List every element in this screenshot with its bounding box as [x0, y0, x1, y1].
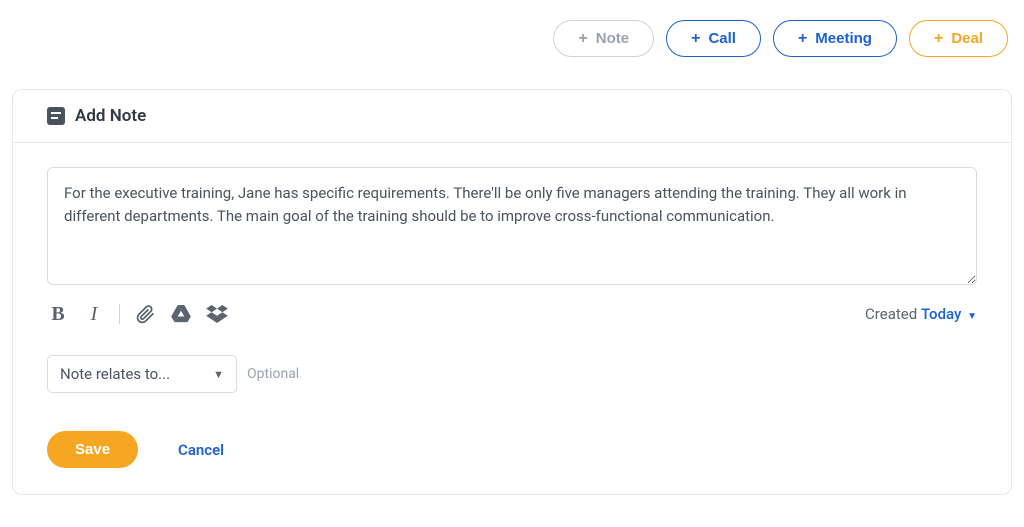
format-toolbar: B I: [47, 303, 228, 325]
italic-button[interactable]: I: [83, 303, 105, 325]
optional-label: Optional: [247, 366, 299, 382]
note-button-label: Note: [596, 30, 629, 47]
attachment-icon[interactable]: [134, 303, 156, 325]
panel-title: Add Note: [75, 106, 146, 126]
plus-icon: +: [798, 31, 807, 47]
note-relates-select[interactable]: Note relates to... ▼: [47, 355, 237, 393]
relates-select-label: Note relates to...: [60, 365, 170, 383]
created-label: Created: [865, 305, 917, 323]
google-drive-icon[interactable]: [170, 303, 192, 325]
created-date-value: Today: [921, 305, 961, 323]
chevron-down-icon: ▼: [967, 311, 977, 322]
created-date-link[interactable]: Today ▼: [921, 305, 977, 323]
chevron-down-icon: ▼: [213, 368, 224, 381]
deal-button-label: Deal: [951, 30, 983, 47]
toolbar-divider: [119, 304, 120, 324]
note-icon: [47, 107, 65, 125]
created-section: Created Today ▼: [865, 305, 977, 323]
meeting-button[interactable]: + Meeting: [773, 20, 897, 57]
dropbox-icon[interactable]: [206, 303, 228, 325]
toolbar-row: B I: [47, 303, 977, 325]
deal-button[interactable]: + Deal: [909, 20, 1008, 57]
note-textarea[interactable]: [47, 167, 977, 285]
add-note-panel: Add Note B I: [12, 89, 1012, 495]
plus-icon: +: [578, 31, 587, 47]
plus-icon: +: [934, 31, 943, 47]
panel-body: B I: [13, 143, 1011, 494]
panel-header: Add Note: [13, 90, 1011, 143]
call-button[interactable]: + Call: [666, 20, 761, 57]
cancel-button[interactable]: Cancel: [178, 441, 224, 459]
call-button-label: Call: [708, 30, 736, 47]
meeting-button-label: Meeting: [815, 30, 872, 47]
bold-button[interactable]: B: [47, 303, 69, 325]
save-button[interactable]: Save: [47, 431, 138, 468]
note-button[interactable]: + Note: [553, 20, 654, 57]
relates-row: Note relates to... ▼ Optional: [47, 355, 977, 393]
plus-icon: +: [691, 31, 700, 47]
actions-row: Save Cancel: [47, 431, 977, 468]
top-action-bar: + Note + Call + Meeting + Deal: [0, 0, 1024, 57]
